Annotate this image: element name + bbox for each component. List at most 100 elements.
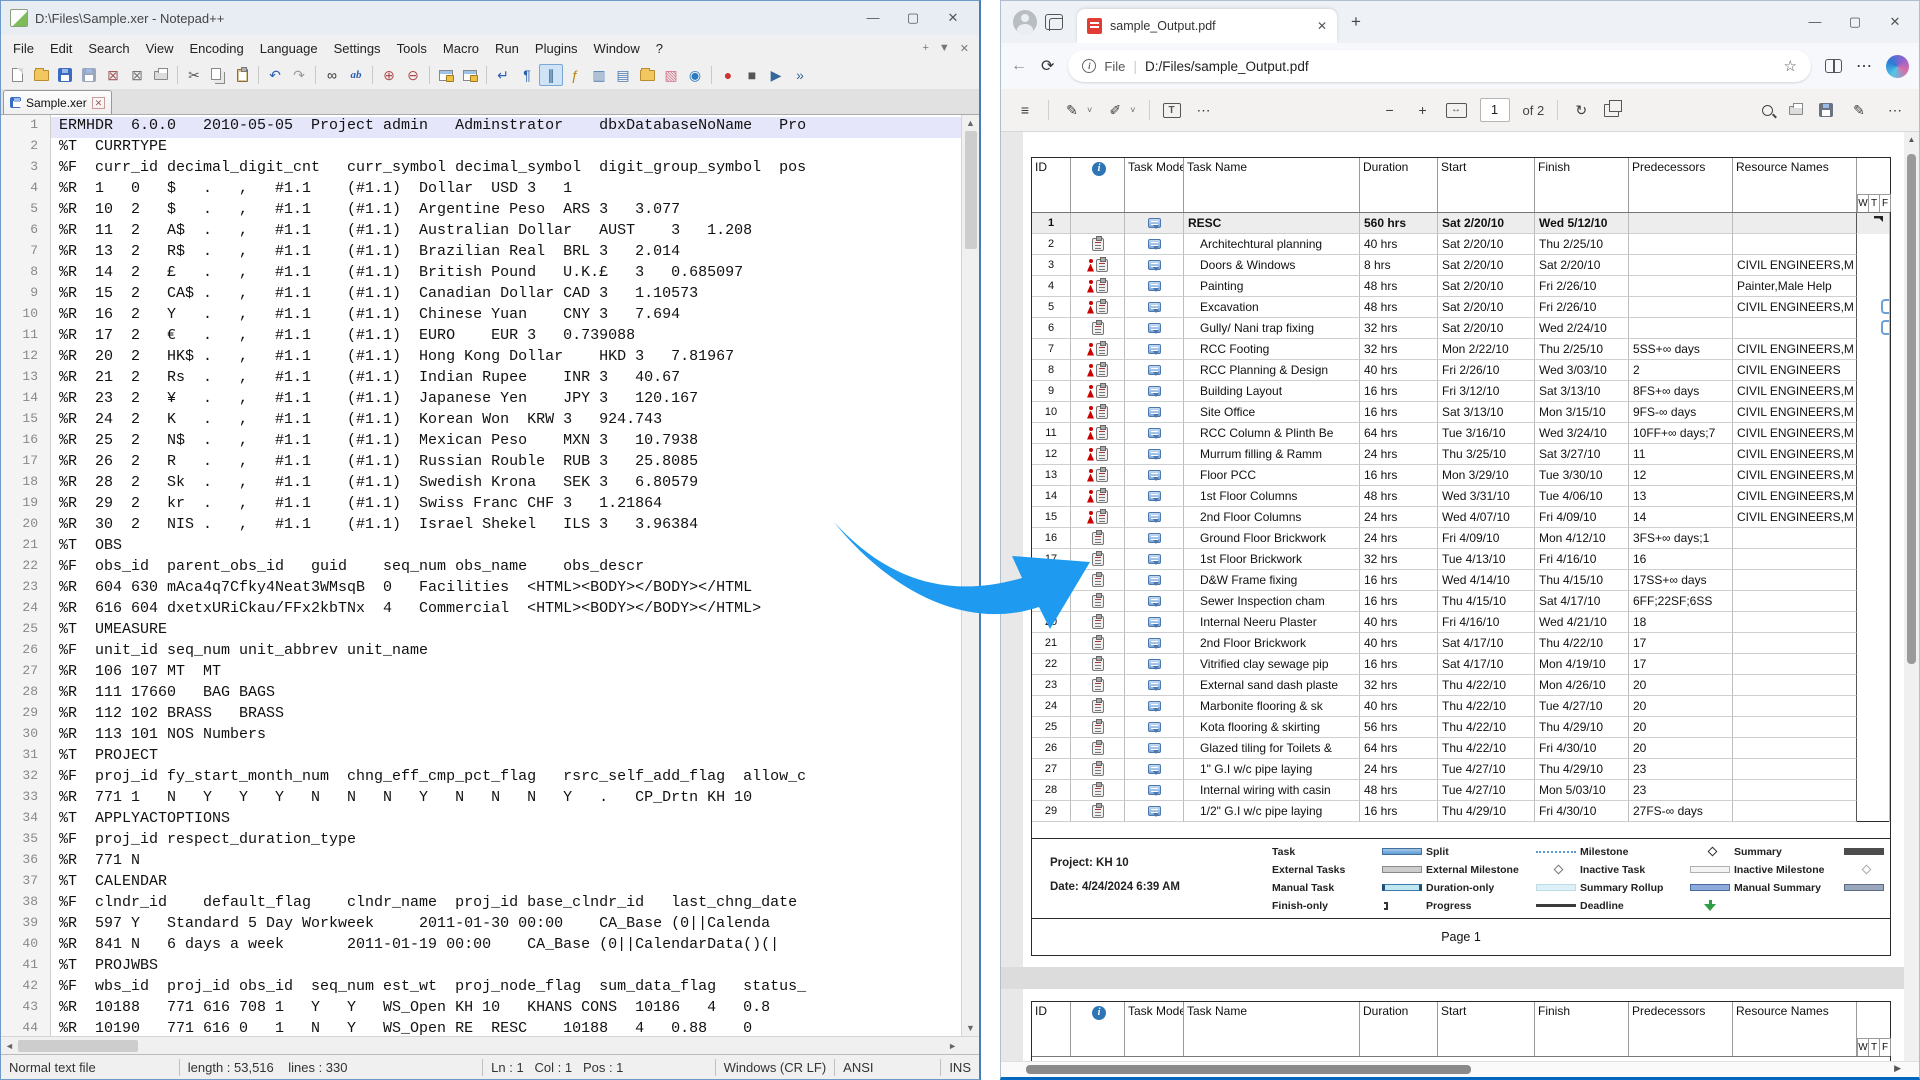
close-all-icon[interactable]: ⊠	[125, 64, 149, 86]
menu-macro[interactable]: Macro	[435, 37, 487, 60]
pdf-vertical-scrollbar[interactable]: ▲	[1904, 132, 1919, 1061]
menu-search[interactable]: Search	[80, 37, 137, 60]
macro-stop-icon[interactable]: ■	[740, 64, 764, 86]
folder-as-workspace-icon[interactable]	[635, 64, 659, 86]
scroll-up-icon[interactable]: ▲	[966, 115, 975, 131]
scrollbar-thumb[interactable]	[17, 1039, 138, 1052]
page-info-icon[interactable]: i	[1082, 59, 1097, 73]
close-button[interactable]: ✕	[1875, 8, 1915, 36]
tab-sample-xer[interactable]: Sample.xer ✕	[3, 90, 113, 114]
tab-sample-output-pdf[interactable]: sample_Output.pdf ✕	[1077, 9, 1337, 43]
paste-icon[interactable]	[230, 64, 254, 86]
search-icon[interactable]	[1762, 104, 1773, 116]
sync-vertical-icon[interactable]	[434, 64, 458, 86]
back-icon[interactable]: ←	[1011, 57, 1027, 75]
url-field[interactable]: i File | D:/Files/sample_Output.pdf ☆	[1068, 50, 1811, 82]
minimize-button[interactable]: —	[1795, 8, 1835, 36]
print-icon[interactable]	[149, 64, 173, 86]
open-file-icon[interactable]	[29, 64, 53, 86]
document-list-icon[interactable]: ▤	[611, 64, 635, 86]
close-icon[interactable]: ⊠	[101, 64, 125, 86]
settings-more-icon[interactable]: ⋯	[1856, 56, 1872, 76]
workspaces-icon[interactable]	[1045, 14, 1063, 31]
split-screen-icon[interactable]	[1825, 59, 1842, 73]
pdf-horizontal-scrollbar[interactable]: ▶	[1001, 1061, 1919, 1077]
close-button[interactable]: ✕	[933, 4, 973, 32]
minimize-button[interactable]: —	[853, 4, 893, 32]
maximize-button[interactable]: ▢	[1835, 8, 1875, 36]
editor-horizontal-scrollbar[interactable]: ◄ ►	[1, 1036, 979, 1054]
macro-play-icon[interactable]: ▶	[764, 64, 788, 86]
scroll-down-icon[interactable]: ▼	[966, 1020, 975, 1036]
save-icon[interactable]	[53, 64, 77, 86]
tab-list-icon[interactable]: ▼	[939, 42, 950, 55]
macro-run-icon[interactable]: »	[788, 64, 812, 86]
rotate-icon[interactable]: ↻	[1571, 98, 1591, 122]
menu-run[interactable]: Run	[487, 37, 527, 60]
new-tab-icon[interactable]: +	[922, 42, 928, 55]
scroll-right-icon[interactable]: ►	[944, 1038, 979, 1054]
show-all-characters-icon[interactable]: ¶	[515, 64, 539, 86]
favorite-star-icon[interactable]: ☆	[1784, 57, 1797, 75]
chevron-down-icon[interactable]: ˅	[1087, 105, 1092, 115]
scrollbar-thumb[interactable]	[1026, 1065, 1471, 1074]
cut-icon[interactable]: ✂	[182, 64, 206, 86]
page-number-input[interactable]: 1	[1479, 98, 1510, 122]
more-options-icon[interactable]: ⋯	[1885, 98, 1905, 122]
zoom-out-icon[interactable]: −	[1380, 98, 1400, 122]
save-as-icon[interactable]: ✎	[1849, 98, 1869, 122]
tab-close-icon[interactable]: ✕	[1317, 19, 1327, 33]
menu-tools[interactable]: Tools	[389, 37, 435, 60]
menu-encoding[interactable]: Encoding	[182, 37, 252, 60]
word-wrap-icon[interactable]: ↵	[491, 64, 515, 86]
more-tools-icon[interactable]: ⋯	[1194, 98, 1214, 122]
undo-icon[interactable]: ↶	[263, 64, 287, 86]
maximize-button[interactable]: ▢	[893, 4, 933, 32]
monitoring-icon[interactable]: ▧	[659, 64, 683, 86]
copilot-icon[interactable]	[1886, 54, 1909, 78]
menu-plugins[interactable]: Plugins	[527, 37, 586, 60]
close-tab-icon[interactable]: ✕	[960, 42, 969, 55]
menu-view[interactable]: View	[138, 37, 182, 60]
refresh-icon[interactable]: ⟳	[1041, 56, 1054, 76]
profile-avatar[interactable]	[1013, 10, 1037, 34]
copy-icon[interactable]	[206, 64, 230, 86]
save-icon[interactable]	[1819, 103, 1833, 117]
zoom-in-icon[interactable]: +	[1413, 98, 1433, 122]
sync-horizontal-icon[interactable]	[458, 64, 482, 86]
menu-edit[interactable]: Edit	[42, 37, 80, 60]
menu-settings[interactable]: Settings	[326, 37, 389, 60]
menu-help[interactable]: ?	[648, 37, 671, 60]
scroll-up-icon[interactable]: ▲	[1908, 132, 1916, 148]
new-file-icon[interactable]	[5, 64, 29, 86]
zoom-in-icon[interactable]: ⊕	[377, 64, 401, 86]
macro-record-icon[interactable]: ●	[716, 64, 740, 86]
chevron-down-icon[interactable]: ˅	[1130, 105, 1135, 115]
function-list-icon[interactable]: ƒ	[563, 64, 587, 86]
scroll-left-icon[interactable]: ◄	[1, 1038, 18, 1054]
new-tab-button[interactable]: +	[1351, 12, 1361, 32]
redo-icon[interactable]: ↷	[287, 64, 311, 86]
draw-icon[interactable]: ✐	[1105, 98, 1125, 122]
tab-close-icon[interactable]: ✕	[91, 96, 106, 109]
add-text-icon[interactable]: T	[1162, 102, 1181, 118]
scrollbar-thumb[interactable]	[964, 131, 977, 249]
scrollbar-thumb[interactable]	[1907, 154, 1916, 664]
toc-icon[interactable]: ≡	[1015, 98, 1035, 122]
menu-language[interactable]: Language	[252, 37, 326, 60]
pdf-viewer[interactable]: ID i Task Mode Task Name Duration Start Finish…	[1001, 132, 1919, 1061]
save-all-icon[interactable]	[77, 64, 101, 86]
page-view-icon[interactable]	[1604, 99, 1623, 117]
zoom-out-icon[interactable]: ⊖	[401, 64, 425, 86]
print-icon[interactable]	[1789, 102, 1803, 115]
find-icon[interactable]: ∞	[320, 64, 344, 86]
replace-icon[interactable]: ab	[344, 64, 368, 86]
scroll-right-icon[interactable]: ▶	[1894, 1063, 1901, 1074]
highlight-icon[interactable]: ✎	[1062, 98, 1082, 122]
notepadpp-titlebar[interactable]: D:\Files\Sample.xer - Notepad++ — ▢ ✕	[1, 1, 979, 35]
document-map-icon[interactable]: ▥	[587, 64, 611, 86]
menu-file[interactable]: File	[5, 37, 42, 60]
fit-to-width-icon[interactable]: ↔	[1445, 102, 1467, 118]
doc-switcher-icon[interactable]: ◉	[683, 64, 707, 86]
indent-guide-icon[interactable]: ∥	[539, 64, 563, 86]
